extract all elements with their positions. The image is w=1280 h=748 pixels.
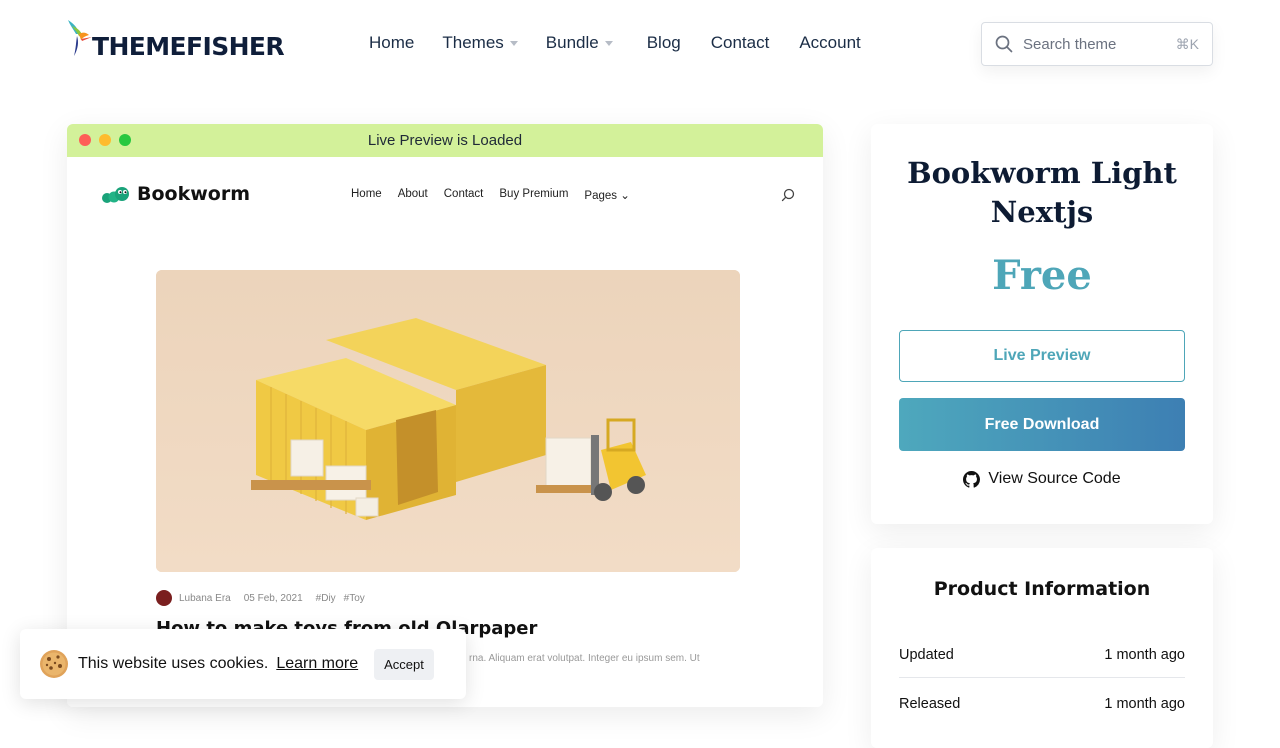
nav-contact[interactable]: Contact bbox=[711, 33, 770, 53]
search-theme-input[interactable]: Search theme ⌘K bbox=[981, 22, 1213, 66]
preview-status: Live Preview is Loaded bbox=[367, 132, 523, 149]
themefisher-logo[interactable]: THEMEFISHER bbox=[66, 16, 285, 61]
preview-title-bar: Live Preview is Loaded bbox=[67, 124, 823, 157]
live-preview-button[interactable]: Live Preview bbox=[899, 330, 1185, 382]
post-tag-toy[interactable]: #Toy bbox=[344, 593, 365, 604]
nav-themes-label: Themes bbox=[442, 33, 504, 52]
logo-text: THEMEFISHER bbox=[92, 32, 285, 61]
preview-nav-about[interactable]: About bbox=[398, 188, 428, 202]
cookie-banner: This website uses cookies. Learn more Ac… bbox=[20, 629, 466, 699]
info-value: 1 month ago bbox=[1104, 647, 1185, 663]
learn-more-link[interactable]: Learn more bbox=[276, 655, 358, 673]
cookie-icon bbox=[40, 650, 68, 678]
nav-bundle[interactable]: Bundle bbox=[546, 33, 613, 53]
bookworm-logo-text: Bookworm bbox=[137, 183, 250, 205]
product-price: Free bbox=[992, 252, 1092, 299]
nav-contact-label: Contact bbox=[710, 33, 770, 52]
post-excerpt: rna. Aliquam erat volutpat. Integer eu i… bbox=[469, 653, 700, 664]
hummingbird-logo-icon bbox=[66, 18, 100, 60]
bookworm-logo[interactable]: Bookworm bbox=[101, 183, 250, 205]
author-avatar bbox=[156, 590, 172, 606]
post-author[interactable]: Lubana Era bbox=[179, 593, 231, 604]
view-source-link[interactable]: View Source Code bbox=[871, 470, 1213, 488]
minimize-dot-icon bbox=[99, 134, 111, 146]
post-date: 05 Feb, 2021 bbox=[243, 592, 303, 604]
nav-home-label: Home bbox=[369, 33, 415, 52]
hero-image-containers[interactable] bbox=[156, 270, 740, 572]
worm-logo-icon bbox=[102, 187, 129, 203]
nav-blog-label: Blog bbox=[646, 33, 681, 52]
free-download-label: Free Download bbox=[984, 415, 1100, 433]
caret-down-icon bbox=[604, 40, 613, 46]
nav-home[interactable]: Home bbox=[369, 33, 414, 53]
search-shortcut: ⌘K bbox=[1175, 35, 1199, 52]
site-header: THEMEFISHER Home Themes Bundle Blog Cont… bbox=[0, 0, 1280, 90]
info-label: Updated bbox=[899, 647, 954, 663]
window-controls bbox=[79, 134, 131, 146]
preview-site: Bookworm Home About Contact Buy Premium … bbox=[67, 157, 823, 707]
caret-down-icon bbox=[509, 40, 518, 46]
search-placeholder: Search theme bbox=[1023, 35, 1117, 53]
free-download-button[interactable]: Free Download bbox=[899, 398, 1185, 451]
product-info-card: Product Information Updated 1 month ago … bbox=[871, 548, 1213, 748]
view-source-label: View Source Code bbox=[988, 470, 1121, 487]
preview-nav-pages[interactable]: Pages ⌄ bbox=[584, 188, 629, 202]
product-title: Bookworm Light Nextjs bbox=[907, 156, 1177, 229]
main-nav: Home Themes Bundle Blog Contact Account bbox=[369, 33, 889, 53]
cookie-message: This website uses cookies. bbox=[78, 655, 269, 672]
accept-cookies-button[interactable]: Accept bbox=[374, 648, 434, 680]
nav-bundle-label: Bundle bbox=[545, 33, 599, 52]
maximize-dot-icon bbox=[119, 134, 131, 146]
info-label: Released bbox=[899, 696, 961, 712]
live-preview-label: Live Preview bbox=[993, 347, 1091, 364]
post-tag-diy[interactable]: #Diy bbox=[316, 593, 336, 604]
nav-account-label: Account bbox=[799, 33, 861, 52]
search-icon bbox=[995, 35, 1013, 53]
divider bbox=[899, 677, 1185, 678]
info-row-updated: Updated 1 month ago bbox=[899, 647, 1185, 663]
info-value: 1 month ago bbox=[1104, 696, 1185, 712]
preview-nav-buy-premium[interactable]: Buy Premium bbox=[499, 188, 568, 202]
post-meta: Lubana Era 05 Feb, 2021 #Diy #Toy bbox=[156, 590, 378, 606]
preview-nav-contact[interactable]: Contact bbox=[444, 188, 484, 202]
nav-account[interactable]: Account bbox=[799, 33, 860, 53]
preview-nav: Home About Contact Buy Premium Pages ⌄ bbox=[351, 188, 646, 202]
nav-themes[interactable]: Themes bbox=[442, 33, 518, 53]
product-info-title: Product Information bbox=[933, 578, 1151, 600]
preview-search-icon[interactable] bbox=[781, 188, 795, 202]
live-preview-frame[interactable]: Live Preview is Loaded Bookworm Home Abo… bbox=[67, 124, 823, 707]
preview-nav-home[interactable]: Home bbox=[351, 188, 382, 202]
nav-blog[interactable]: Blog bbox=[647, 33, 681, 53]
close-dot-icon bbox=[79, 134, 91, 146]
info-row-released: Released 1 month ago bbox=[899, 696, 1185, 712]
product-card: Bookworm Light Nextjs Free Live Preview … bbox=[871, 124, 1213, 524]
github-icon bbox=[963, 470, 981, 488]
